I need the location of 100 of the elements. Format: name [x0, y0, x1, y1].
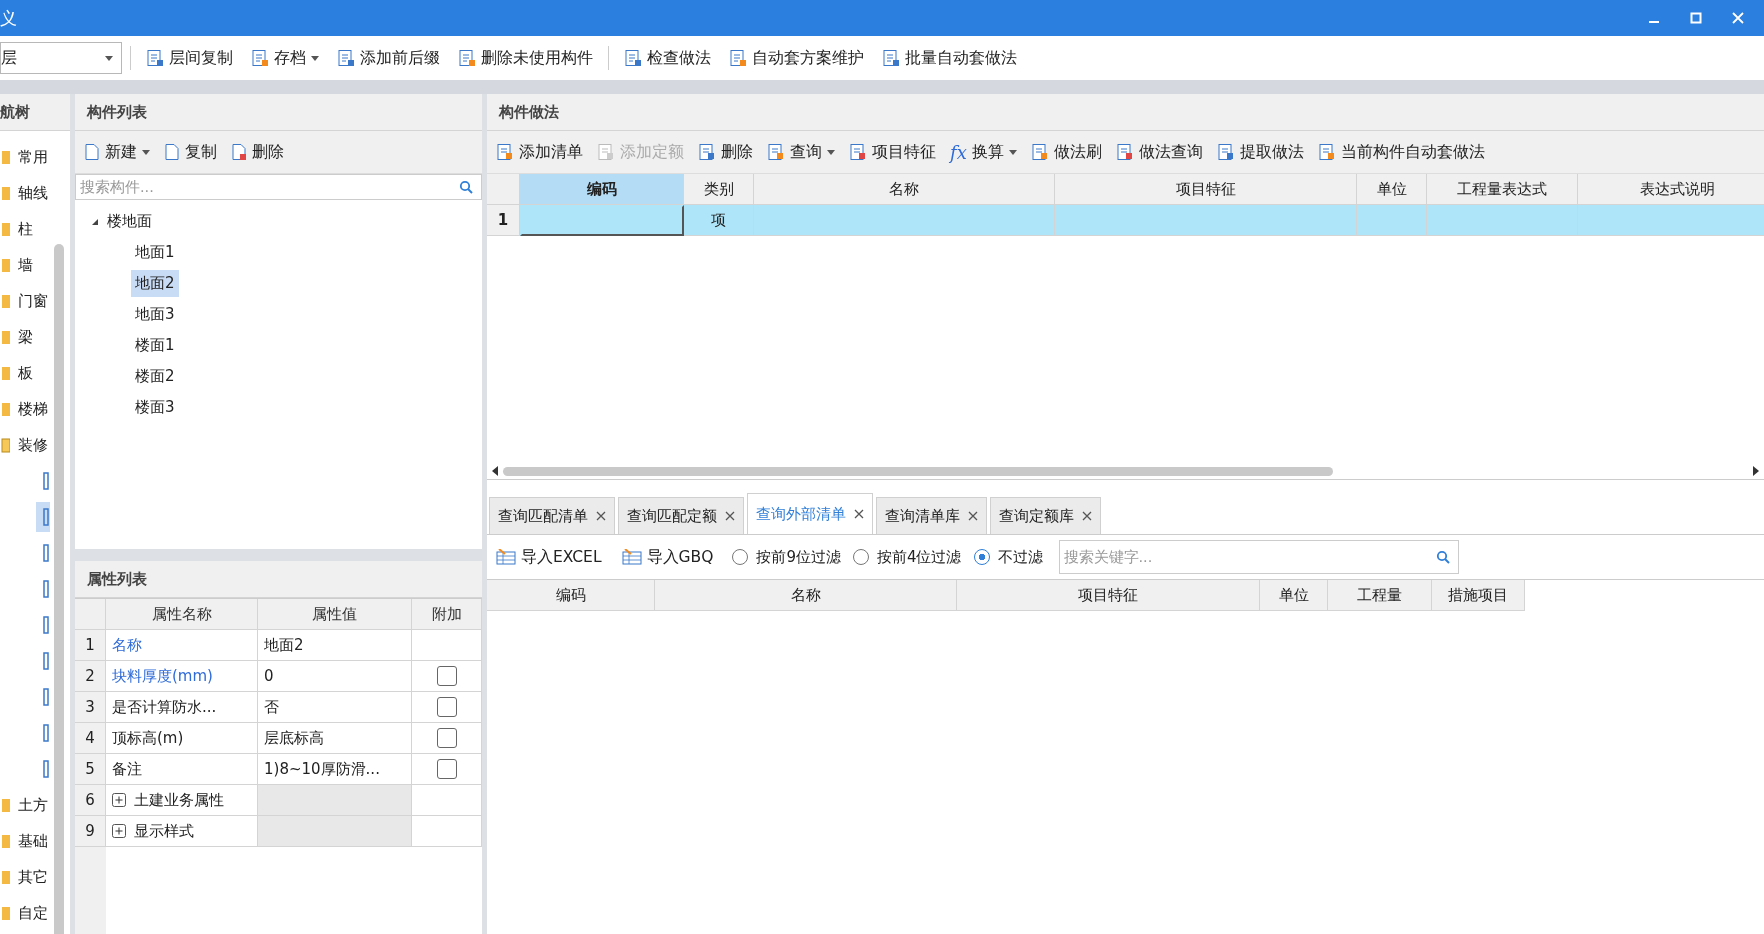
document-icon [231, 143, 247, 161]
search-field[interactable]: 搜索关键字... [1058, 540, 1459, 574]
radio-button[interactable] [973, 549, 990, 565]
tab[interactable]: 查询清单库 [876, 497, 987, 534]
toolbar-button[interactable]: 新建 [77, 137, 157, 167]
close-icon[interactable] [968, 511, 978, 521]
radio-button[interactable] [852, 549, 869, 565]
column-header[interactable]: 单位 [1357, 174, 1427, 205]
nav-item[interactable]: 楼梯 [0, 391, 70, 427]
nav-item[interactable]: 墙 [0, 247, 70, 283]
column-header[interactable]: 名称 [655, 580, 957, 611]
table-cell[interactable]: 地面2 [258, 630, 412, 661]
toolbar-button[interactable]: 添加前后缀 [330, 43, 447, 73]
expand-icon[interactable] [112, 793, 126, 807]
toolbar-button[interactable]: 查询 [760, 137, 842, 167]
tree-item[interactable]: 楼面1 [131, 332, 179, 359]
component-icon[interactable] [36, 502, 50, 532]
document-icon [729, 49, 747, 67]
toolbar-button[interactable]: 删除 [691, 137, 760, 167]
code-input-field[interactable] [520, 205, 684, 236]
search-field[interactable]: 搜索构件... [75, 174, 482, 200]
tree-item[interactable]: 地面1 [131, 239, 179, 266]
column-header[interactable]: 编码 [487, 580, 655, 611]
floor-select[interactable]: 层 [0, 42, 122, 74]
toolbar-button[interactable]: fx 换算 [943, 137, 1024, 167]
tab[interactable]: 查询外部清单 [747, 493, 873, 534]
column-header[interactable]: 单位 [1260, 580, 1328, 611]
toolbar-button[interactable]: 项目特征 [842, 137, 943, 167]
nav-item[interactable]: 自定 [0, 895, 70, 931]
tree-item[interactable]: 楼地面 [91, 206, 482, 237]
close-icon[interactable] [725, 511, 735, 521]
toolbar-button[interactable]: 提取做法 [1209, 137, 1311, 167]
document-icon [1216, 143, 1235, 161]
column-header[interactable]: 项目特征 [957, 580, 1260, 611]
checkbox[interactable] [436, 728, 457, 748]
folder-icon [0, 905, 10, 921]
filter-radio[interactable]: 按前4位过滤 [852, 547, 962, 567]
checkbox[interactable] [436, 759, 457, 779]
column-header[interactable]: 名称 [754, 174, 1055, 205]
nav-item[interactable]: 基础 [0, 823, 70, 859]
expand-icon[interactable] [112, 824, 126, 838]
close-icon[interactable] [854, 509, 864, 519]
table-cell[interactable]: 否 [258, 692, 412, 723]
tree-item[interactable]: 楼面3 [131, 394, 179, 421]
checkbox[interactable] [436, 666, 457, 686]
filter-radio[interactable]: 不过滤 [973, 547, 1043, 567]
column-header[interactable]: 项目特征 [1055, 174, 1357, 205]
checkbox[interactable] [436, 697, 457, 717]
table-cell[interactable]: 土建业务属性 [106, 785, 258, 816]
nav-item[interactable]: 其它 [0, 859, 70, 895]
nav-item[interactable]: 装修 [0, 427, 70, 463]
maximize-icon[interactable] [1690, 12, 1702, 24]
toolbar-button[interactable]: 检查做法 [617, 43, 718, 73]
toolbar-button[interactable]: 做法查询 [1108, 137, 1210, 167]
tree-item[interactable]: 地面2 [131, 270, 179, 297]
toolbar-button[interactable]: 自动套方案维护 [722, 43, 871, 73]
column-header[interactable]: 工程量 [1328, 580, 1432, 611]
column-header[interactable]: 编码 [520, 174, 684, 205]
nav-item[interactable]: 土方 [0, 787, 70, 823]
column-header[interactable]: 工程量表达式 [1427, 174, 1578, 205]
close-icon[interactable] [596, 511, 606, 521]
nav-item[interactable]: 轴线 [0, 175, 70, 211]
nav-item[interactable]: 常用 [0, 139, 70, 175]
scroll-left-icon[interactable] [491, 466, 499, 476]
table-cell[interactable]: 显示样式 [106, 816, 258, 847]
import-button[interactable]: 导入EXCEL [489, 542, 609, 572]
radio-label: 不过滤 [997, 547, 1043, 567]
nav-item[interactable]: 梁 [0, 319, 70, 355]
table-cell[interactable]: 层底标高 [258, 723, 412, 754]
tab[interactable]: 查询定额库 [990, 497, 1101, 534]
tree-item[interactable]: 楼面2 [131, 363, 179, 390]
filter-radio[interactable]: 按前9位过滤 [732, 547, 841, 567]
toolbar-button[interactable]: 批量自动套做法 [875, 43, 1024, 73]
toolbar-button[interactable]: 存档 [244, 43, 326, 73]
toolbar-button[interactable]: 删除 [224, 137, 291, 167]
nav-item[interactable]: 板 [0, 355, 70, 391]
scrollbar[interactable] [54, 244, 64, 934]
toolbar-button[interactable]: 删除未使用构件 [451, 43, 600, 73]
close-icon[interactable] [1082, 511, 1092, 521]
column-header[interactable]: 类别 [684, 174, 754, 205]
table-row[interactable]: 1 项 [487, 205, 1764, 236]
document-icon [767, 143, 785, 161]
toolbar-button[interactable]: 做法刷 [1023, 137, 1109, 167]
tab[interactable]: 查询匹配定额 [618, 497, 744, 534]
column-header[interactable]: 措施项目 [1432, 580, 1525, 611]
toolbar-button[interactable]: 当前构件自动套做法 [1310, 137, 1492, 167]
import-button[interactable]: 导入GBQ [614, 542, 721, 572]
nav-item[interactable]: 门窗 [0, 283, 70, 319]
scroll-right-icon[interactable] [1752, 466, 1760, 476]
column-header[interactable]: 表达式说明 [1578, 174, 1764, 205]
nav-item[interactable]: 柱 [0, 211, 70, 247]
table-cell[interactable]: 0 [258, 661, 412, 692]
scrollbar[interactable] [503, 466, 1333, 476]
toolbar-button[interactable]: 层间复制 [139, 43, 240, 73]
toolbar-button[interactable]: 添加清单 [489, 137, 590, 167]
tab[interactable]: 查询匹配清单 [489, 497, 615, 534]
radio-button[interactable] [732, 549, 749, 565]
panel-title: 航树 [0, 102, 30, 122]
toolbar-button[interactable]: 复制 [157, 137, 224, 167]
tree-item[interactable]: 地面3 [131, 301, 179, 328]
